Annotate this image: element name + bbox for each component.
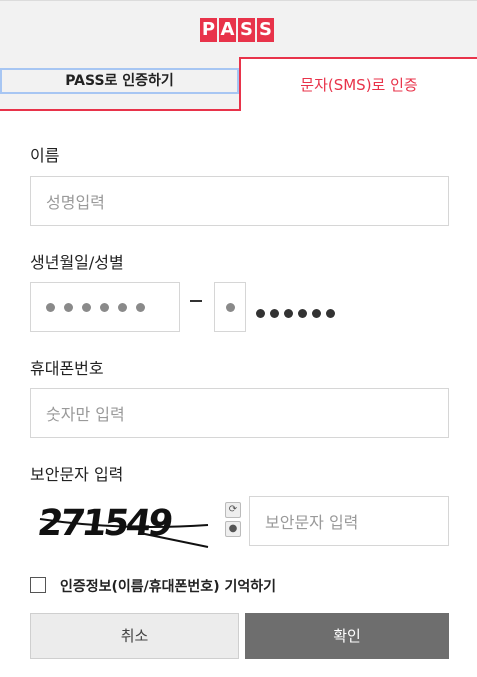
name-input[interactable]: 성명입력 xyxy=(30,176,449,226)
confirm-button[interactable]: 확인 xyxy=(245,613,449,659)
logo-letter: P xyxy=(200,18,217,42)
captcha-placeholder: 보안문자 입력 xyxy=(265,513,359,532)
remember-label[interactable]: 인증정보(이름/휴대폰번호) 기억하기 xyxy=(60,576,276,596)
name-label: 이름 xyxy=(30,146,60,165)
birthdate-input[interactable] xyxy=(30,282,180,332)
speaker-icon[interactable]: ● xyxy=(225,521,241,537)
captcha-label: 보안문자 입력 xyxy=(30,465,124,484)
remember-checkbox[interactable] xyxy=(30,577,46,593)
birth-dash xyxy=(190,300,202,302)
logo-letter: S xyxy=(238,18,255,42)
captcha-input[interactable]: 보안문자 입력 xyxy=(249,496,449,546)
tab-pass-auth[interactable]: PASS로 인증하기 xyxy=(0,68,239,94)
tab-underline xyxy=(0,109,241,111)
captcha-image: 271549 xyxy=(35,501,209,548)
phone-label: 휴대폰번호 xyxy=(30,359,104,378)
pass-logo: P A S S xyxy=(200,18,274,42)
cancel-button[interactable]: 취소 xyxy=(30,613,239,659)
masked-digits xyxy=(256,303,340,322)
captcha-code: 271549 xyxy=(35,501,174,544)
phone-placeholder: 숫자만 입력 xyxy=(46,405,125,424)
logo-letter: A xyxy=(219,18,236,42)
birth-label: 생년월일/성별 xyxy=(30,253,124,272)
header: P A S S PASS로 인증하기 문자(SMS)로 인증 xyxy=(0,0,477,111)
name-placeholder: 성명입력 xyxy=(46,193,105,212)
tab-sms-auth[interactable]: 문자(SMS)로 인증 xyxy=(239,57,477,111)
refresh-icon[interactable]: ⟳ xyxy=(225,502,241,518)
logo-letter: S xyxy=(257,18,274,42)
phone-input[interactable]: 숫자만 입력 xyxy=(30,388,449,438)
gender-digit-input[interactable] xyxy=(214,282,246,332)
